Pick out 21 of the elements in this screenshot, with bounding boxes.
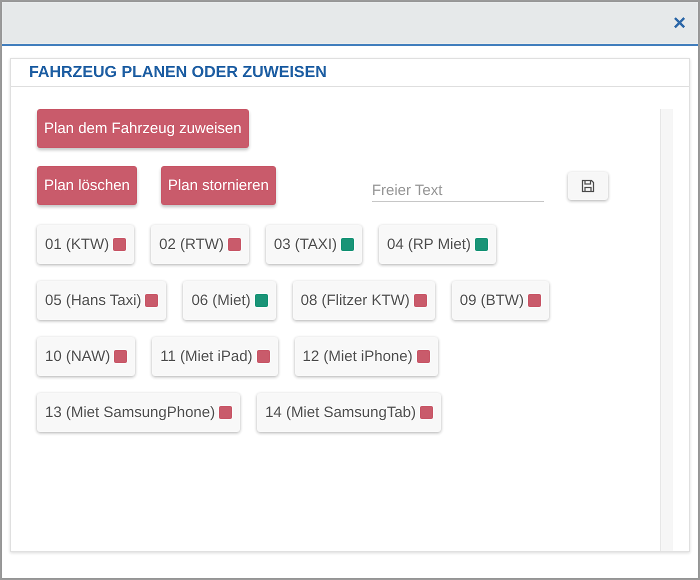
vehicle-button[interactable]: 01 (KTW) — [37, 225, 134, 264]
vehicle-button[interactable]: 11 (Miet iPad) — [152, 337, 278, 376]
vehicle-button[interactable]: 13 (Miet SamsungPhone) — [37, 393, 240, 432]
vehicle-button[interactable]: 05 (Hans Taxi) — [37, 281, 166, 320]
vehicle-button[interactable]: 04 (RP Miet) — [378, 225, 496, 264]
scrollbar[interactable] — [660, 109, 673, 551]
vehicle-button[interactable]: 02 (RTW) — [151, 225, 249, 264]
vehicle-button[interactable]: 14 (Miet SamsungTab) — [257, 393, 441, 432]
vehicle-button[interactable]: 10 (NAW) — [37, 337, 136, 376]
vehicle-button[interactable]: 09 (BTW) — [452, 281, 549, 320]
vehicle-button[interactable]: 08 (Flitzer KTW) — [292, 281, 435, 320]
vehicle-button[interactable]: 06 (Miet) — [183, 281, 276, 320]
dialog-title: FAHRZEUG PLANEN ODER ZUWEISEN — [11, 59, 689, 87]
vehicle-button[interactable]: 03 (TAXI) — [266, 225, 362, 264]
vehicle-button[interactable]: 12 (Miet iPhone) — [294, 337, 438, 376]
assign-plan-button[interactable]: Plan dem Fahrzeug zuweisen — [37, 109, 249, 148]
save-icon — [580, 178, 595, 192]
save-button[interactable] — [568, 172, 608, 200]
cancel-plan-button[interactable]: Plan stornieren — [160, 166, 276, 205]
delete-plan-button[interactable]: Plan löschen — [37, 166, 137, 205]
close-button[interactable]: × — [669, 12, 690, 34]
